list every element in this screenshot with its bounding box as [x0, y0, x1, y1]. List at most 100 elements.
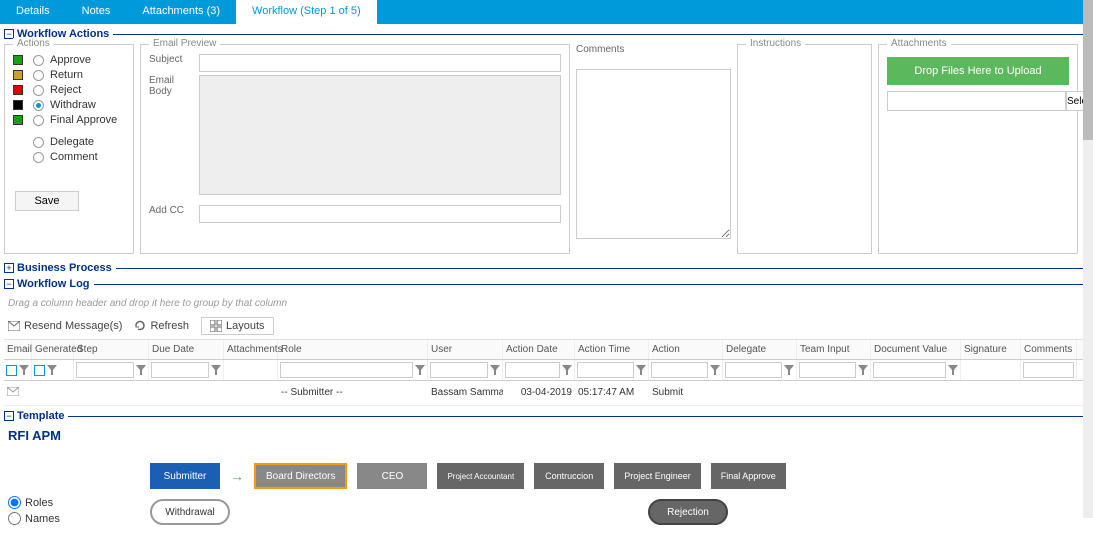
- filter-deleg[interactable]: [725, 362, 782, 378]
- attach-path-input[interactable]: [887, 91, 1066, 111]
- filter-icon[interactable]: [948, 365, 958, 375]
- action-withdraw[interactable]: Withdraw: [13, 99, 125, 111]
- grid-header: Email Generated Step Due Date Attachment…: [4, 340, 1089, 360]
- tab-workflow[interactable]: Workflow (Step 1 of 5): [236, 0, 377, 24]
- filter-icon[interactable]: [490, 365, 500, 375]
- col-generated[interactable]: Generated: [32, 340, 74, 359]
- node-final[interactable]: Final Approve: [711, 463, 786, 489]
- node-board[interactable]: Board Directors: [254, 463, 347, 489]
- filter-check-gen[interactable]: [34, 365, 45, 376]
- action-comment[interactable]: Comment: [13, 151, 125, 163]
- filter-adate[interactable]: [505, 362, 560, 378]
- col-action-date[interactable]: Action Date: [503, 340, 575, 359]
- subject-input[interactable]: [199, 54, 561, 72]
- filter-due[interactable]: [151, 362, 209, 378]
- filter-icon[interactable]: [136, 365, 146, 375]
- radio-delegate[interactable]: [33, 137, 44, 148]
- col-comments[interactable]: Comments: [1021, 340, 1077, 359]
- node-withdrawal[interactable]: Withdrawal: [150, 499, 230, 525]
- filter-icon[interactable]: [710, 365, 720, 375]
- col-user[interactable]: User: [428, 340, 503, 359]
- filter-action[interactable]: [651, 362, 708, 378]
- radio-roles-row[interactable]: Roles: [8, 496, 138, 509]
- refresh-button[interactable]: Refresh: [134, 320, 189, 332]
- grid-filter-row: [4, 360, 1089, 381]
- col-attachments[interactable]: Attachments: [224, 340, 278, 359]
- action-approve[interactable]: Approve: [13, 54, 125, 66]
- tab-notes[interactable]: Notes: [66, 0, 127, 24]
- radio-names[interactable]: [8, 512, 21, 525]
- node-construction[interactable]: Contruccion: [534, 463, 604, 489]
- save-button[interactable]: Save: [15, 191, 79, 211]
- radio-reject[interactable]: [33, 85, 44, 96]
- col-email[interactable]: Email: [4, 340, 32, 359]
- node-pa[interactable]: Project Accountant: [437, 463, 524, 489]
- upload-button[interactable]: Drop Files Here to Upload: [887, 57, 1069, 85]
- tab-details[interactable]: Details: [0, 0, 66, 24]
- filter-role[interactable]: [280, 362, 413, 378]
- filter-icon[interactable]: [562, 365, 572, 375]
- filter-team[interactable]: [799, 362, 856, 378]
- radio-return[interactable]: [33, 70, 44, 81]
- filter-step[interactable]: [76, 362, 134, 378]
- col-doc-value[interactable]: Document Value: [871, 340, 961, 359]
- col-action[interactable]: Action: [649, 340, 723, 359]
- filter-icon[interactable]: [415, 365, 425, 375]
- radio-approve[interactable]: [33, 55, 44, 66]
- radio-final[interactable]: [33, 115, 44, 126]
- col-delegate[interactable]: Delegate: [723, 340, 797, 359]
- node-pe[interactable]: Project Engineer: [614, 463, 701, 489]
- workflow-diagram: Submitter → Board Directors CEO Project …: [138, 453, 1085, 535]
- col-signature[interactable]: Signature: [961, 340, 1021, 359]
- radio-withdraw[interactable]: [33, 100, 44, 111]
- collapse-icon[interactable]: −: [4, 279, 14, 289]
- radio-names-row[interactable]: Names: [8, 512, 138, 525]
- cell-action-time: 05:17:47 AM: [575, 385, 649, 401]
- filter-comm[interactable]: [1023, 362, 1074, 378]
- action-delegate[interactable]: Delegate: [13, 136, 125, 148]
- radio-comment[interactable]: [33, 152, 44, 163]
- resend-button[interactable]: Resend Message(s): [8, 320, 122, 332]
- panel-attachments: Attachments Drop Files Here to Upload Se…: [878, 44, 1078, 254]
- filter-icon[interactable]: [211, 365, 221, 375]
- tab-attachments[interactable]: Attachments (3): [126, 0, 236, 24]
- grouping-hint[interactable]: Drag a column header and drop it here to…: [4, 294, 1089, 313]
- scrollbar[interactable]: [1083, 0, 1093, 518]
- col-step[interactable]: Step: [74, 340, 149, 359]
- filter-docval[interactable]: [873, 362, 946, 378]
- filter-user[interactable]: [430, 362, 488, 378]
- filter-icon[interactable]: [636, 365, 646, 375]
- filter-icon[interactable]: [784, 365, 794, 375]
- collapse-icon[interactable]: −: [4, 411, 14, 421]
- col-due-date[interactable]: Due Date: [149, 340, 224, 359]
- grid-icon: [210, 320, 222, 332]
- addcc-input[interactable]: [199, 205, 561, 223]
- legend-attach: Attachments: [887, 38, 951, 49]
- action-final-approve[interactable]: Final Approve: [13, 114, 125, 126]
- table-row[interactable]: -- Submitter -- Bassam Samman(Ba 03-04-2…: [4, 381, 1089, 406]
- legend-email: Email Preview: [149, 38, 220, 49]
- node-submitter[interactable]: Submitter: [150, 463, 220, 489]
- template-radio-group: Roles Names: [8, 453, 138, 535]
- color-return: [13, 70, 23, 80]
- action-return[interactable]: Return: [13, 69, 125, 81]
- radio-roles[interactable]: [8, 496, 21, 509]
- filter-icon[interactable]: [858, 365, 868, 375]
- node-rejection[interactable]: Rejection: [648, 499, 728, 525]
- filter-icon[interactable]: [47, 365, 57, 375]
- filter-check-email[interactable]: [6, 365, 17, 376]
- layouts-button[interactable]: Layouts: [201, 317, 274, 335]
- label-subject: Subject: [149, 54, 199, 65]
- expand-icon[interactable]: +: [4, 263, 14, 273]
- filter-atime[interactable]: [577, 362, 634, 378]
- col-team-input[interactable]: Team Input: [797, 340, 871, 359]
- col-action-time[interactable]: Action Time: [575, 340, 649, 359]
- node-ceo[interactable]: CEO: [357, 463, 427, 489]
- body-textarea[interactable]: [199, 75, 561, 195]
- envelope-icon: [8, 321, 20, 331]
- scrollbar-thumb[interactable]: [1083, 0, 1093, 140]
- filter-icon[interactable]: [19, 365, 29, 375]
- comments-textarea[interactable]: [576, 69, 731, 239]
- action-reject[interactable]: Reject: [13, 84, 125, 96]
- col-role[interactable]: Role: [278, 340, 428, 359]
